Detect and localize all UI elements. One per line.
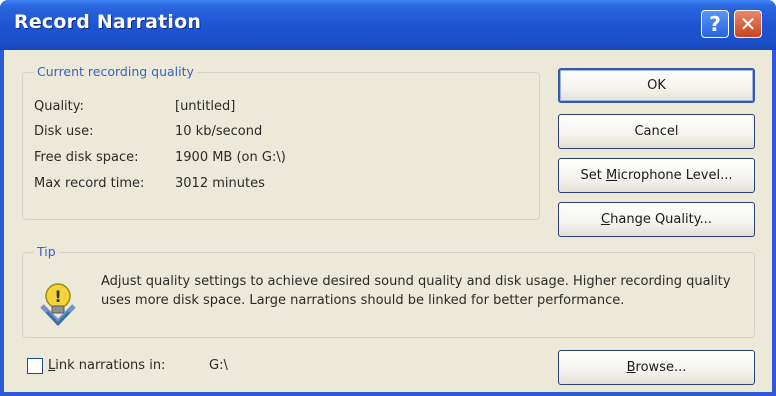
title-bar[interactable]: Record Narration ? ✕ <box>0 0 776 50</box>
browse-button-label: Browse... <box>559 351 754 384</box>
lightbulb-icon: ! <box>38 280 78 332</box>
ok-button[interactable]: OK <box>558 68 755 103</box>
change-quality-button[interactable]: Change Quality... <box>558 202 755 237</box>
mic-label-prefix: Set <box>580 168 606 183</box>
quality-group <box>22 72 540 220</box>
disk-use-label: Disk use: <box>34 124 94 139</box>
close-icon: ✕ <box>739 12 757 36</box>
quality-label-accesskey: C <box>601 212 611 227</box>
max-record-time-label: Max record time: <box>34 176 145 191</box>
tip-group-legend: Tip <box>34 244 59 259</box>
link-label-suffix: ink narrations in: <box>55 358 166 373</box>
link-narrations-checkbox[interactable] <box>27 358 43 374</box>
quality-label-suffix: hange Quality... <box>610 212 712 227</box>
tip-text: Adjust quality settings to achieve desir… <box>101 274 731 308</box>
quality-label: Quality: <box>34 99 84 114</box>
set-microphone-level-button[interactable]: Set Microphone Level... <box>558 158 755 193</box>
ok-button-label: OK <box>647 78 666 93</box>
mic-label-suffix: icrophone Level... <box>617 168 733 183</box>
record-narration-dialog: Record Narration ? ✕ Current recording q… <box>0 0 776 396</box>
browse-button[interactable]: Browse... <box>558 350 755 385</box>
browse-label-suffix: rowse... <box>635 360 687 375</box>
quality-group-legend: Current recording quality <box>34 64 197 79</box>
quality-value: [untitled] <box>175 99 236 114</box>
mic-label-accesskey: M <box>605 168 618 183</box>
cancel-button[interactable]: Cancel <box>558 114 755 149</box>
help-button[interactable]: ? <box>701 10 729 38</box>
close-button[interactable]: ✕ <box>734 10 762 38</box>
max-record-time-value: 3012 minutes <box>175 176 265 191</box>
svg-text:!: ! <box>54 287 61 306</box>
window-title: Record Narration <box>14 11 202 33</box>
free-disk-space-label: Free disk space: <box>34 150 139 165</box>
cancel-button-label: Cancel <box>634 124 679 139</box>
help-icon: ? <box>709 12 721 36</box>
set-microphone-level-label: Set Microphone Level... <box>559 159 754 192</box>
link-narrations-label[interactable]: Link narrations in: <box>48 358 165 373</box>
disk-use-value: 10 kb/second <box>175 124 263 139</box>
change-quality-label: Change Quality... <box>559 203 754 236</box>
free-disk-space-value: 1900 MB (on G:\) <box>175 150 286 165</box>
browse-label-accesskey: B <box>626 360 636 375</box>
link-path: G:\ <box>209 358 228 373</box>
